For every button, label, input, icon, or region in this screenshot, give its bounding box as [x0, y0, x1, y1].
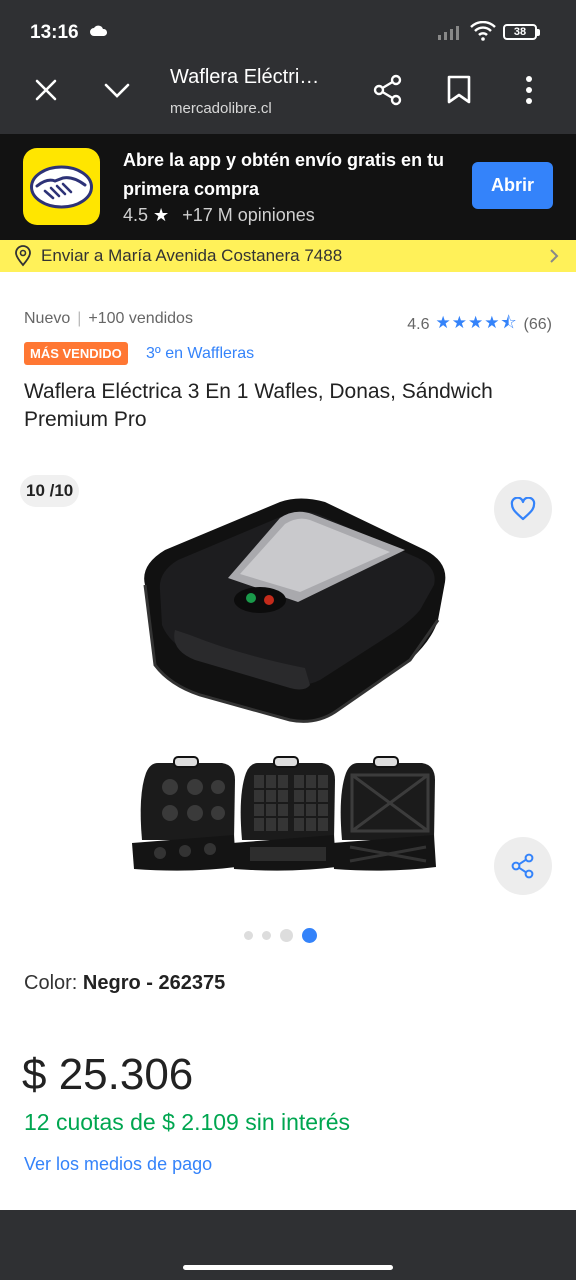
page-url: mercadolibre.cl	[170, 100, 272, 117]
pagination-dot[interactable]	[262, 931, 271, 940]
color-value: Negro - 262375	[82, 972, 226, 994]
rating-stars-icon: ★★★★⯪	[435, 313, 518, 332]
close-icon[interactable]	[33, 77, 59, 108]
color-label: Color:	[24, 972, 83, 994]
best-seller-badge: MÁS VENDIDO	[24, 342, 128, 365]
chevron-right-icon	[549, 248, 559, 269]
favorite-button[interactable]	[494, 480, 552, 538]
color-selection: Color: Negro - 262375	[24, 972, 225, 995]
share-button[interactable]	[494, 837, 552, 895]
product-image[interactable]	[120, 490, 460, 890]
gallery-pagination	[244, 928, 317, 943]
share-icon[interactable]	[372, 74, 404, 111]
location-pin-icon	[13, 245, 33, 272]
status-time: 13:16	[30, 22, 79, 43]
gallery-counter: 10 /10	[20, 475, 80, 507]
product-condition: Nuevo	[24, 310, 71, 327]
rating-value: 4.6	[407, 315, 430, 333]
address-text: Enviar a María Avenida Costanera 7488	[41, 246, 343, 265]
page-title: Waflera Eléctri…	[170, 66, 320, 88]
product-meta: Nuevo | +100 vendidos	[24, 310, 193, 327]
app-rating-value: 4.5	[123, 205, 149, 225]
wifi-icon	[470, 20, 496, 46]
payment-methods-link[interactable]: Ver los medios de pago	[24, 1154, 212, 1175]
pagination-dot[interactable]	[280, 929, 293, 942]
installments-text: 12 cuotas de $ 2.109 sin interés	[24, 1109, 351, 1135]
app-reviews-count: +17 M opiniones	[182, 205, 315, 225]
signal-icon	[438, 24, 464, 45]
app-promo-banner: Abre la app y obtén envío gratis en tu p…	[0, 134, 576, 240]
share-icon	[511, 853, 534, 879]
mercadolibre-logo	[23, 148, 100, 225]
category-rank-link[interactable]: 3º en Waffleras	[146, 345, 254, 363]
browser-chrome: 13:16 38 Waflera Eléctri… mercadolibre.c…	[0, 0, 576, 134]
price: $ 25.306	[22, 1050, 194, 1099]
open-app-button[interactable]: Abrir	[472, 162, 553, 209]
home-indicator[interactable]	[183, 1265, 393, 1270]
reviews-count: (66)	[523, 315, 552, 333]
pagination-dot[interactable]	[244, 931, 253, 940]
bookmark-icon[interactable]	[446, 75, 472, 110]
chevron-down-icon[interactable]	[103, 80, 131, 105]
heart-icon	[510, 497, 536, 521]
more-options-icon[interactable]	[520, 75, 538, 110]
pagination-dot-active[interactable]	[302, 928, 317, 943]
banner-text: Abre la app y obtén envío gratis en tu p…	[123, 150, 445, 199]
product-sold: +100 vendidos	[88, 310, 193, 327]
battery-icon: 38	[503, 24, 540, 40]
star-icon: ★	[153, 205, 170, 225]
banner-rating: 4.5 ★ +17 M opiniones	[123, 205, 315, 226]
status-bar: 13:16 38	[0, 0, 576, 62]
cloud-icon	[90, 24, 108, 43]
product-rating[interactable]: 4.6 ★★★★⯪ (66)	[407, 310, 552, 339]
shipping-address-bar[interactable]: Enviar a María Avenida Costanera 7488	[0, 240, 576, 272]
product-title: Waflera Eléctrica 3 En 1 Wafles, Donas, …	[24, 380, 493, 431]
